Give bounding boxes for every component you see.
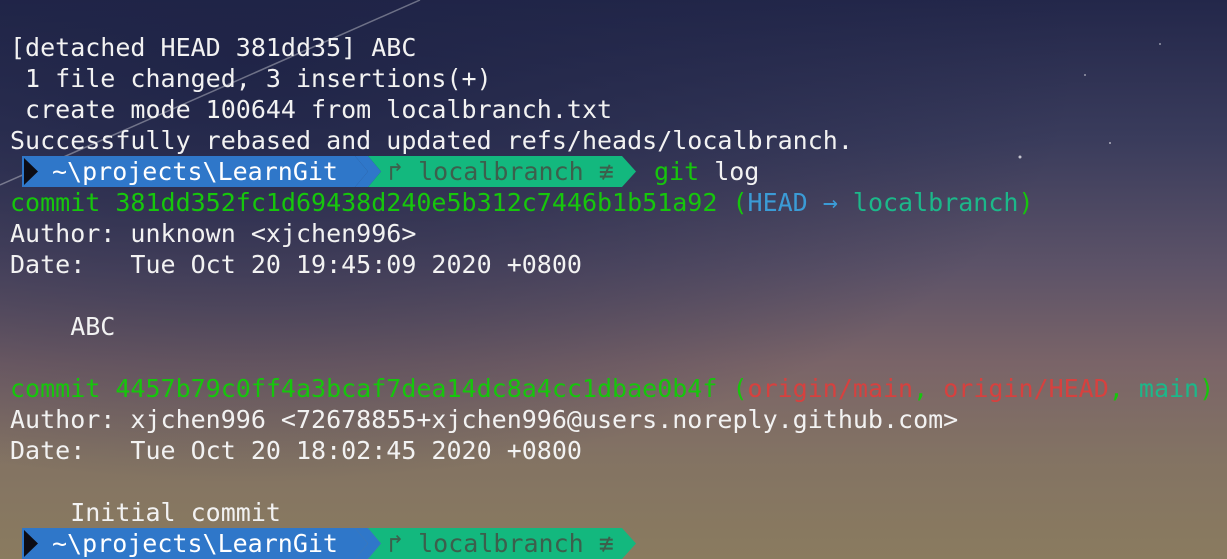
prompt-path: ~\projects\LearnGit: [52, 529, 338, 558]
shell-prompt: ~\projects\LearnGit ↱ localbranch ≢ git …: [0, 156, 759, 187]
prompt-branch: ↱ localbranch ≢: [388, 529, 614, 558]
shell-prompt: ~\projects\LearnGit ↱ localbranch ≢: [0, 528, 640, 559]
ref-remote: origin/HEAD: [943, 374, 1109, 403]
commit-hash: 381dd352fc1d69438d240e5b312c7446b1b51a92: [115, 188, 718, 217]
commit-hash: 4457b79c0ff4a3bcaf7dea14dc8a4cc1dbae0b4f: [115, 374, 718, 403]
commit-date: Date: Tue Oct 20 18:02:45 2020 +0800: [10, 436, 582, 465]
commit-header: commit 4457b79c0ff4a3bcaf7dea14dc8a4cc1d…: [10, 374, 1215, 403]
output-line: create mode 100644 from localbranch.txt: [10, 95, 613, 124]
ref-local-branch: main: [1138, 374, 1200, 403]
output-line: [detached HEAD 381dd35] ABC: [10, 33, 417, 62]
ref-remote: origin/main: [747, 374, 914, 403]
commit-author: Author: unknown <xjchen996>: [10, 219, 417, 248]
commit-message: Initial commit: [10, 498, 281, 527]
prompt-command: git log: [654, 157, 760, 186]
commit-label: commit: [10, 188, 116, 217]
prompt-branch: ↱ localbranch ≢: [388, 157, 614, 186]
ref-head: HEAD →: [747, 188, 853, 217]
terminal-window[interactable]: [detached HEAD 381dd35] ABC 1 file chang…: [0, 0, 1227, 559]
commit-label: commit: [10, 374, 116, 403]
output-line: 1 file changed, 3 insertions(+): [10, 64, 492, 93]
ref-local-branch: localbranch: [852, 188, 1019, 217]
commit-date: Date: Tue Oct 20 19:45:09 2020 +0800: [10, 250, 582, 279]
commit-header: commit 381dd352fc1d69438d240e5b312c7446b…: [10, 188, 1034, 217]
output-line: Successfully rebased and updated refs/he…: [10, 126, 853, 155]
prompt-path: ~\projects\LearnGit: [52, 157, 338, 186]
commit-message: ABC: [10, 312, 116, 341]
commit-author: Author: xjchen996 <72678855+xjchen996@us…: [10, 405, 959, 434]
